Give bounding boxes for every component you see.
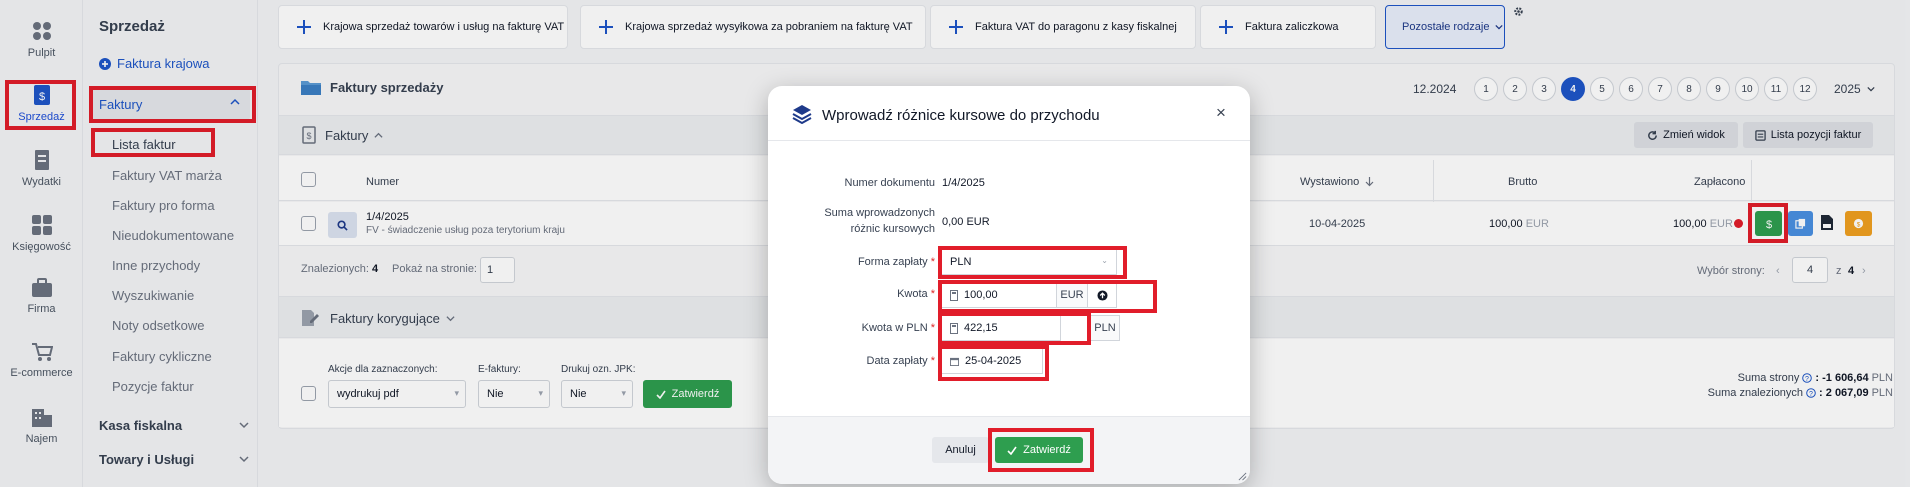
payment-form-label: Forma zapłaty * — [858, 256, 935, 268]
payment-date-value: 25-04-2025 — [965, 355, 1022, 367]
payment-form-select[interactable]: PLN ⌄ — [941, 249, 1117, 275]
amount-input[interactable]: 100,00 — [941, 282, 1057, 308]
amount-currency: EUR — [1056, 282, 1088, 308]
amount-pln-input[interactable]: 422,15 — [941, 315, 1061, 341]
cancel-button[interactable]: Anuluj — [932, 437, 989, 463]
calendar-icon — [950, 357, 959, 366]
sum-label-line1: Suma wprowadzonych — [824, 207, 935, 219]
amount-pln-currency: PLN — [1090, 315, 1120, 341]
required-mark: * — [930, 256, 935, 268]
confirm-button[interactable]: Zatwierdź — [995, 437, 1083, 463]
calculator-icon — [950, 322, 958, 334]
required-mark: * — [930, 355, 935, 367]
required-mark: * — [930, 288, 935, 300]
check-icon — [1007, 446, 1017, 455]
modal-title: Wprowadź różnice kursowe do przychodu — [822, 107, 1100, 124]
amount-value: 100,00 — [964, 289, 998, 301]
payment-form-value: PLN — [950, 256, 972, 268]
amount-pln-value: 422,15 — [964, 322, 998, 334]
chevron-down-icon: ⌄ — [1101, 256, 1108, 265]
required-mark: * — [930, 322, 935, 334]
modal-header-divider — [768, 140, 1250, 141]
exchange-difference-modal: Wprowadź różnice kursowe do przychodu × … — [768, 86, 1250, 484]
doc-number-label: Numer dokumentu — [844, 177, 936, 189]
layers-icon — [792, 104, 812, 124]
sum-value: 0,00 EUR — [942, 216, 990, 228]
amount-pln-label-text: Kwota w PLN — [861, 322, 928, 334]
calculator-icon — [950, 289, 958, 301]
resize-handle-icon[interactable] — [1238, 472, 1247, 481]
payment-date-input[interactable]: 25-04-2025 — [941, 348, 1043, 374]
amount-label: Kwota * — [897, 288, 935, 300]
sum-label-line2: różnic kursowych — [850, 223, 935, 235]
payment-form-label-text: Forma zapłaty — [857, 256, 928, 268]
convert-button[interactable] — [1087, 282, 1117, 308]
confirm-label: Zatwierdź — [1023, 444, 1071, 456]
doc-number-value: 1/4/2025 — [942, 177, 985, 189]
payment-date-label-text: Data zapłaty — [866, 355, 928, 367]
amount-label-text: Kwota — [897, 288, 928, 300]
payment-date-label: Data zapłaty * — [867, 355, 936, 367]
amount-pln-label: Kwota w PLN * — [862, 322, 935, 334]
arrow-up-circle-icon — [1096, 289, 1108, 301]
close-icon[interactable]: × — [1216, 103, 1226, 123]
